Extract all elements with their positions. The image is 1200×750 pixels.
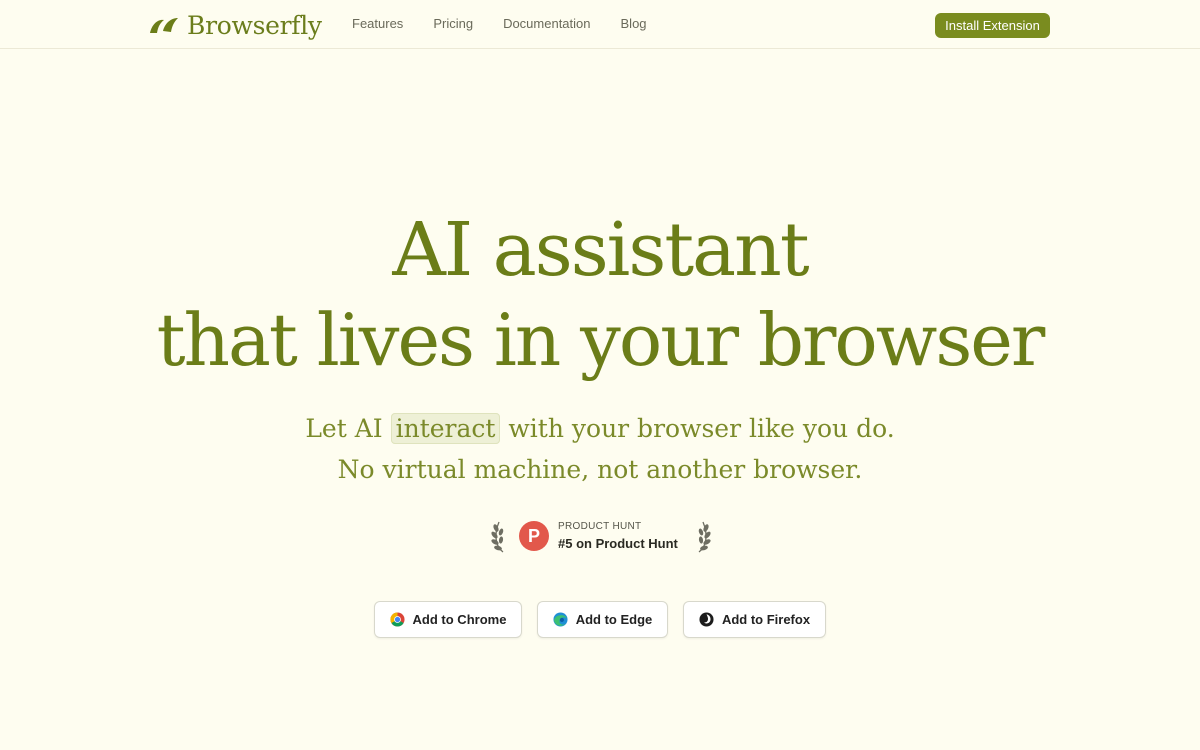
- add-to-firefox-button[interactable]: Add to Firefox: [683, 601, 826, 638]
- laurel-right-icon: [698, 521, 711, 553]
- chrome-icon: [390, 612, 405, 627]
- hero-title-line-2: that lives in your browser: [156, 298, 1046, 382]
- laurel-left-icon: [491, 521, 504, 553]
- brand-logo-link[interactable]: Browserfly: [149, 9, 322, 41]
- hero-subtitle-line-2: No virtual machine, not another browser.: [337, 455, 863, 484]
- add-to-chrome-button[interactable]: Add to Chrome: [374, 601, 522, 638]
- add-to-firefox-label: Add to Firefox: [721, 612, 811, 627]
- page: Browserfly Features Pricing Documentatio…: [0, 0, 1200, 750]
- hero-subtitle-line-1: Let AI interact with your browser like y…: [0, 408, 1200, 449]
- nav-link-blog[interactable]: Blog: [621, 16, 647, 31]
- product-hunt-rank: #5 on Product Hunt: [558, 536, 678, 551]
- product-hunt-label: PRODUCT HUNT: [558, 521, 642, 532]
- install-extension-button[interactable]: Install Extension: [935, 13, 1050, 38]
- subtitle-highlight-word: interact: [390, 413, 501, 444]
- main-nav: Features Pricing Documentation Blog: [352, 16, 647, 31]
- nav-link-features[interactable]: Features: [352, 16, 403, 31]
- top-nav-bar: Browserfly Features Pricing Documentatio…: [0, 0, 1200, 49]
- add-to-edge-button[interactable]: Add to Edge: [537, 601, 668, 638]
- browserfly-wing-logo-icon: [150, 18, 178, 33]
- product-hunt-logo-icon: P: [519, 521, 549, 551]
- firefox-icon: [699, 612, 714, 627]
- subtitle-text-after: with your browser like you do.: [500, 414, 895, 443]
- hero-title-line-1: AI assistant: [392, 207, 809, 293]
- hero-title: AI assistant that lives in your browser: [0, 205, 1200, 385]
- nav-link-pricing[interactable]: Pricing: [433, 16, 473, 31]
- product-hunt-badge[interactable]: P PRODUCT HUNT #5 on Product Hunt: [490, 516, 712, 556]
- edge-icon: [553, 612, 568, 627]
- add-to-chrome-label: Add to Chrome: [412, 612, 507, 627]
- hero-subtitle: Let AI interact with your browser like y…: [0, 408, 1200, 490]
- nav-link-documentation[interactable]: Documentation: [503, 16, 590, 31]
- subtitle-text-before: Let AI: [305, 414, 391, 443]
- brand-name: Browserfly: [187, 10, 322, 40]
- add-to-edge-label: Add to Edge: [575, 612, 653, 627]
